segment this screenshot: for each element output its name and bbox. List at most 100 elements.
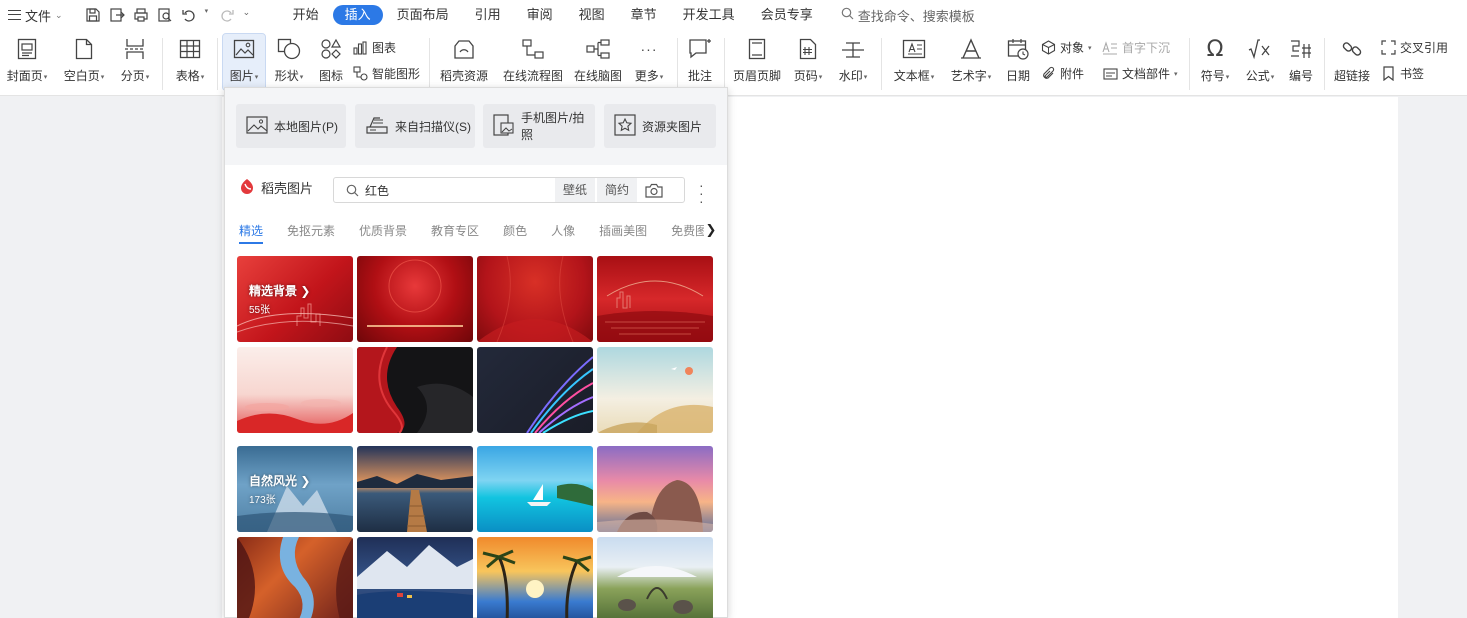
- formula-button[interactable]: 公式▾: [1241, 36, 1279, 84]
- save-icon[interactable]: [85, 7, 101, 23]
- comment-button[interactable]: 批注: [684, 36, 716, 84]
- daoke-resources-button[interactable]: 稻壳资源: [438, 36, 490, 84]
- numbering-button[interactable]: 编号: [1286, 36, 1316, 84]
- object-button[interactable]: 对象 ▾: [1040, 39, 1092, 56]
- search-chip-wallpaper[interactable]: 壁纸: [555, 178, 596, 202]
- menu-bar: 文件 ⌄ ▾ ⌄ 开始 插入 页面布局 引用 审阅 视图 章节 开发工具 会员专…: [0, 0, 1467, 30]
- image-thumbnail[interactable]: 精选背景 ❯ 55张: [237, 256, 353, 342]
- quick-access: ▾ ⌄: [71, 7, 267, 23]
- tab-insert[interactable]: 插入: [332, 5, 383, 25]
- date-button[interactable]: 日期: [1003, 36, 1033, 84]
- more-vertical-icon[interactable]: · · ·: [699, 178, 704, 208]
- bookmark-icon: [1380, 66, 1396, 82]
- wordart-button[interactable]: 艺术字▾: [946, 36, 996, 84]
- more-icon: ···: [640, 41, 658, 57]
- image-thumbnail[interactable]: [597, 446, 713, 532]
- local-picture-button[interactable]: 本地图片(P): [236, 104, 346, 148]
- customize-dropdown-icon[interactable]: ⌄: [243, 7, 259, 23]
- symbol-button[interactable]: Ω 符号▾: [1196, 36, 1234, 84]
- online-mindmap-button[interactable]: 在线脑图: [573, 36, 623, 84]
- tab-section[interactable]: 章节: [619, 5, 669, 25]
- header-footer-icon: [744, 36, 770, 62]
- picture-icon: [231, 36, 257, 62]
- image-thumbnail[interactable]: [597, 537, 713, 618]
- tab-home[interactable]: 开始: [281, 5, 331, 25]
- print-preview-icon[interactable]: [157, 7, 173, 23]
- image-thumbnail[interactable]: [477, 537, 593, 618]
- image-thumbnail[interactable]: [237, 347, 353, 433]
- picture-button[interactable]: 图片▾: [222, 33, 266, 91]
- daoke-search-input[interactable]: [365, 183, 555, 197]
- image-thumbnail[interactable]: [237, 537, 353, 618]
- cover-page-icon: [14, 36, 40, 62]
- category-tab-illustrations[interactable]: 插画美图: [599, 214, 647, 244]
- file-menu[interactable]: 文件 ⌄: [0, 0, 71, 30]
- command-search[interactable]: 查找命令、搜索模板: [841, 6, 975, 25]
- tab-member[interactable]: 会员专享: [749, 5, 825, 25]
- image-thumbnail[interactable]: [477, 347, 593, 433]
- attachment-button[interactable]: 附件: [1040, 65, 1084, 82]
- image-thumbnail[interactable]: [357, 446, 473, 532]
- export-icon[interactable]: [109, 7, 125, 23]
- cross-reference-icon: [1380, 40, 1396, 56]
- print-icon[interactable]: [133, 7, 149, 23]
- chart-button[interactable]: 图表: [352, 39, 396, 56]
- tab-developer[interactable]: 开发工具: [671, 5, 747, 25]
- category-tab-quality-backgrounds[interactable]: 优质背景: [359, 214, 407, 244]
- ribbon-divider: [677, 38, 678, 90]
- chevron-right-icon[interactable]: ❯: [704, 222, 718, 240]
- daoke-logo-icon: [239, 178, 255, 197]
- hyperlink-button[interactable]: 超链接: [1331, 36, 1373, 84]
- watermark-button[interactable]: 水印▾: [835, 36, 871, 84]
- blank-page-button[interactable]: 空白页▾: [60, 36, 108, 84]
- image-thumbnail[interactable]: [357, 537, 473, 618]
- tab-view[interactable]: 视图: [567, 5, 617, 25]
- image-thumbnail[interactable]: [477, 446, 593, 532]
- header-footer-button[interactable]: 页眉页脚: [731, 36, 783, 84]
- category-tab-free-images[interactable]: 免费图: [671, 214, 707, 244]
- shape-button[interactable]: 形状▾: [270, 36, 308, 84]
- textbox-button[interactable]: 文本框▾: [890, 36, 938, 84]
- smartart-button[interactable]: 智能图形: [352, 65, 420, 82]
- category-tab-education[interactable]: 教育专区: [431, 214, 479, 244]
- redo-icon[interactable]: [219, 7, 235, 23]
- page-number-button[interactable]: 页码▾: [790, 36, 826, 84]
- omega-icon: Ω: [1206, 36, 1224, 62]
- cross-reference-button[interactable]: 交叉引用: [1380, 39, 1448, 56]
- numbering-label: 编号: [1288, 69, 1313, 83]
- page-break-button[interactable]: 分页▾: [116, 36, 154, 84]
- online-flowchart-button[interactable]: 在线流程图: [502, 36, 564, 84]
- document-parts-button[interactable]: 文档部件 ▾: [1102, 65, 1178, 82]
- resource-folder-picture-button[interactable]: 资源夹图片: [604, 104, 716, 148]
- image-thumbnail[interactable]: [357, 347, 473, 433]
- image-thumbnail[interactable]: [357, 256, 473, 342]
- formula-label: 公式: [1245, 69, 1270, 83]
- table-button[interactable]: 表格▾: [171, 36, 209, 84]
- drop-cap-button[interactable]: 首字下沉: [1102, 39, 1170, 56]
- tab-review[interactable]: 审阅: [515, 5, 565, 25]
- image-thumbnail[interactable]: [477, 256, 593, 342]
- category-tab-portrait[interactable]: 人像: [551, 214, 575, 244]
- image-thumbnail[interactable]: [597, 347, 713, 433]
- search-chip-simple[interactable]: 简约: [597, 178, 638, 202]
- image-thumbnail[interactable]: 自然风光 ❯ 173张: [237, 446, 353, 532]
- icon-library-button[interactable]: 图标: [316, 36, 346, 84]
- cover-page-button[interactable]: 封面页▾: [4, 36, 50, 84]
- document-parts-label: 文档部件: [1122, 67, 1171, 81]
- table-label: 表格: [175, 69, 200, 83]
- category-tab-featured[interactable]: 精选: [239, 214, 264, 244]
- category-tab-cutout-elements[interactable]: 免抠元素: [287, 214, 335, 244]
- from-scanner-button[interactable]: 来自扫描仪(S): [355, 104, 475, 148]
- undo-icon[interactable]: [181, 7, 197, 23]
- image-thumbnail[interactable]: [597, 256, 713, 342]
- page-break-icon: [122, 36, 148, 62]
- local-picture-label: 本地图片(P): [274, 119, 338, 134]
- bookmark-button[interactable]: 书签: [1380, 65, 1424, 82]
- undo-dropdown-icon[interactable]: ▾: [205, 7, 211, 23]
- category-tab-colors[interactable]: 颜色: [503, 214, 527, 244]
- more-button[interactable]: ··· 更多▾: [631, 36, 667, 84]
- phone-photo-button[interactable]: 手机图片/拍照: [483, 104, 595, 148]
- camera-icon[interactable]: [645, 183, 663, 198]
- tab-references[interactable]: 引用: [463, 5, 513, 25]
- tab-page-layout[interactable]: 页面布局: [385, 5, 461, 25]
